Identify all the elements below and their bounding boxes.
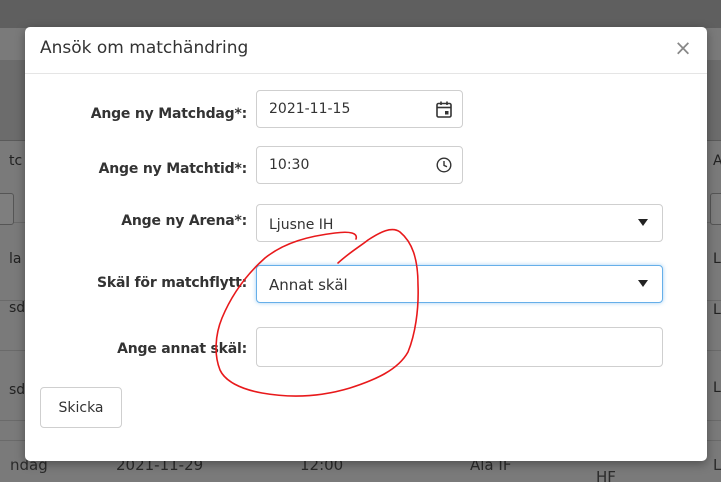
chevron-down-icon [638,280,648,287]
background-text: la [9,251,22,267]
submit-button[interactable]: Skicka [40,387,122,428]
background-input [0,193,14,225]
close-button[interactable]: × [673,36,693,60]
other-reason-label: Ange annat skäl: [117,341,247,357]
background-cell: L [713,456,721,474]
match-date-label: Ange ny Matchdag*: [90,106,248,122]
match-change-dialog: Ansök om matchändring × Ange ny Matchdag… [25,27,707,461]
background-text: L [713,251,721,267]
dialog-header: Ansök om matchändring × [25,27,707,74]
background-topbar [0,0,721,28]
clock-icon[interactable] [426,147,462,183]
match-time-input[interactable]: 10:30 [256,146,463,184]
background-text: sd [9,382,26,398]
background-text: L [713,380,721,396]
match-date-value: 2021-11-15 [269,101,351,117]
reason-select[interactable]: Annat skäl [256,265,663,303]
match-date-input[interactable]: 2021-11-15 [256,90,463,128]
arena-value: Ljusne IH [269,217,334,233]
arena-label: Ange ny Arena*: [121,213,247,229]
reason-value: Annat skäl [269,276,348,294]
other-reason-input[interactable] [256,327,663,367]
background-text: tc [9,153,23,169]
match-time-value: 10:30 [269,157,310,173]
match-time-label: Ange ny Matchtid*: [98,161,248,177]
background-input [710,193,721,225]
submit-button-label: Skicka [58,399,104,416]
background-text: L [713,302,721,318]
calendar-icon[interactable] [426,91,462,127]
background-text: A [713,153,721,169]
background-cell: HF [596,468,616,482]
dialog-title: Ansök om matchändring [40,38,249,58]
chevron-down-icon [638,219,648,226]
arena-select[interactable]: Ljusne IH [256,204,663,242]
reason-label: Skäl för matchflytt: [97,275,247,291]
background-text: sd [9,300,26,316]
